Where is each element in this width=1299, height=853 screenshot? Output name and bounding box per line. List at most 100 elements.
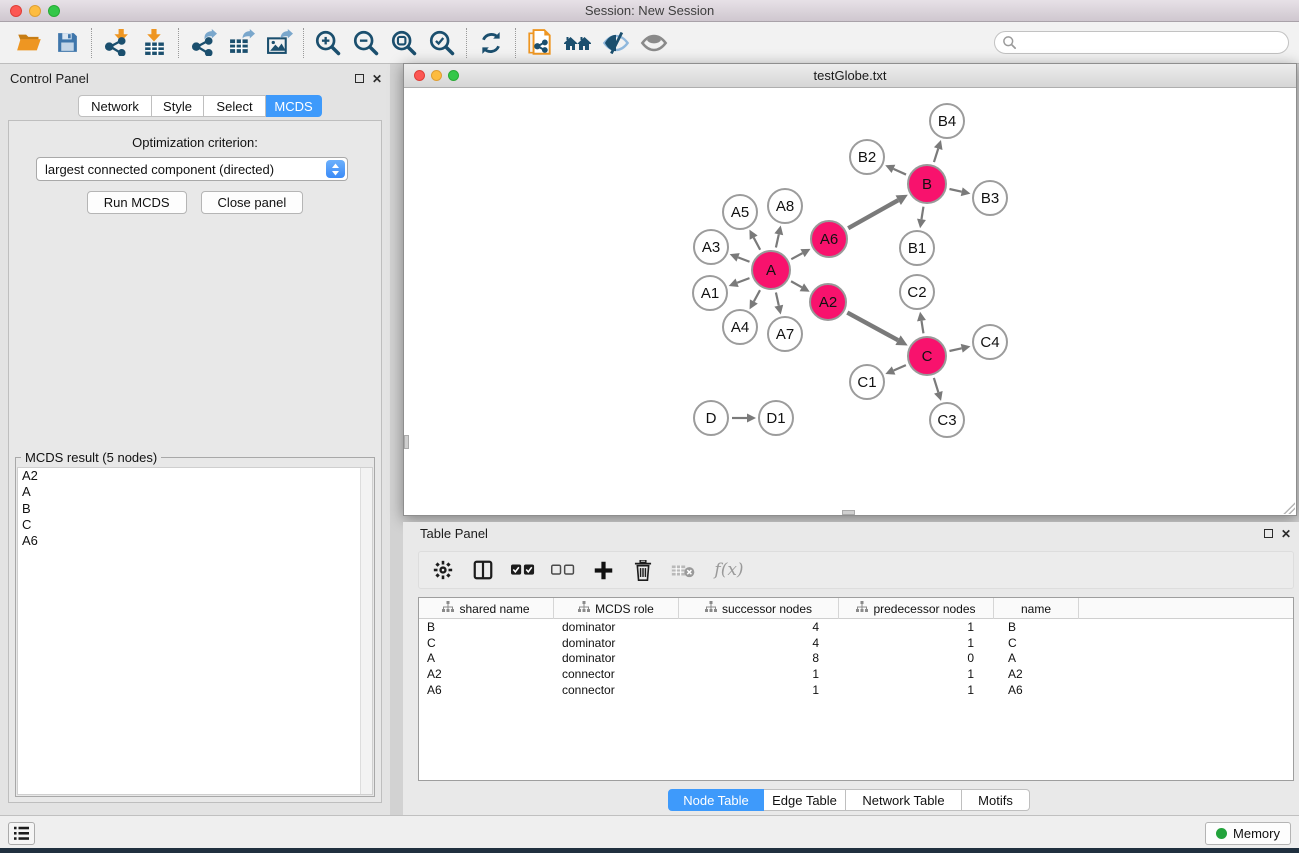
graph-node-A4[interactable]: A4	[722, 309, 758, 345]
function-builder-button[interactable]: f(x)	[703, 552, 755, 588]
graph-node-D1[interactable]: D1	[758, 400, 794, 436]
column-header-name[interactable]: name	[994, 598, 1079, 619]
graph-node-A7[interactable]: A7	[767, 316, 803, 352]
graph-node-C3[interactable]: C3	[929, 402, 965, 438]
delete-column-button[interactable]	[623, 552, 663, 588]
show-all-networks-button[interactable]	[559, 25, 597, 61]
import-network-button[interactable]	[97, 25, 135, 61]
node-table[interactable]: shared nameMCDS rolesuccessor nodesprede…	[418, 597, 1294, 781]
graph-edge-A-A3[interactable]	[738, 257, 749, 261]
graph-edge-C-C3[interactable]	[934, 378, 938, 392]
graph-edge-B-B4[interactable]	[934, 149, 938, 162]
column-header-MCDS-role[interactable]: MCDS role	[554, 598, 679, 619]
unselect-all-columns-button[interactable]	[543, 552, 583, 588]
graph-edge-A-A1[interactable]	[737, 278, 749, 283]
column-header-successor-nodes[interactable]: successor nodes	[679, 598, 839, 619]
graph-edge-B-B2[interactable]	[893, 169, 906, 175]
new-network-from-selection-button[interactable]	[521, 25, 559, 61]
network-canvas[interactable]: B4 B2 B B3 B1 A5A8A6 A3 A A1 A2 A4A7 C2 C4 C C1 C3 D D1	[404, 88, 1296, 515]
zoom-out-button[interactable]	[347, 25, 385, 61]
result-item[interactable]: A6	[18, 533, 372, 549]
close-panel-button-inner[interactable]: Close panel	[201, 191, 304, 214]
table-close-button[interactable]: ✕	[1281, 527, 1291, 541]
graph-edge-A-A8[interactable]	[776, 234, 779, 247]
graph-node-A6[interactable]: A6	[810, 220, 848, 258]
table-row[interactable]: Cdominator41C	[419, 635, 1293, 651]
result-item[interactable]: B	[18, 501, 372, 517]
column-header-predecessor-nodes[interactable]: predecessor nodes	[839, 598, 994, 619]
table-float-button[interactable]	[1264, 527, 1273, 541]
graph-node-A3[interactable]: A3	[693, 229, 729, 265]
show-columns-button[interactable]	[463, 552, 503, 588]
graph-node-A1[interactable]: A1	[692, 275, 728, 311]
graph-node-A8[interactable]: A8	[767, 188, 803, 224]
graph-node-B[interactable]: B	[907, 164, 947, 204]
graph-node-D[interactable]: D	[693, 400, 729, 436]
table-row[interactable]: Adominator80A	[419, 650, 1293, 666]
refresh-button[interactable]	[472, 25, 510, 61]
graph-node-B4[interactable]: B4	[929, 103, 965, 139]
column-header-shared-name[interactable]: shared name	[419, 598, 554, 619]
graph-node-A5[interactable]: A5	[722, 194, 758, 230]
hide-graphics-details-button[interactable]	[597, 25, 635, 61]
result-item[interactable]: A2	[18, 468, 372, 484]
graph-edge-B-B1[interactable]	[921, 207, 923, 220]
graph-edge-A-A4[interactable]	[754, 290, 760, 301]
horizontal-scroll-hint[interactable]	[842, 510, 855, 515]
net-zoom-button[interactable]	[448, 70, 459, 81]
graph-node-B1[interactable]: B1	[899, 230, 935, 266]
minimize-window-button[interactable]	[29, 5, 41, 17]
graph-node-B2[interactable]: B2	[849, 139, 885, 175]
close-panel-button[interactable]: ✕	[372, 72, 382, 86]
graph-edge-C-C1[interactable]	[894, 365, 906, 370]
memory-button[interactable]: Memory	[1205, 822, 1291, 845]
tab-style[interactable]: Style	[152, 95, 204, 117]
tab-node-table[interactable]: Node Table	[668, 789, 764, 811]
tab-edge-table[interactable]: Edge Table	[764, 789, 846, 811]
save-session-button[interactable]	[48, 25, 86, 61]
tab-network-table[interactable]: Network Table	[846, 789, 962, 811]
run-mcds-button[interactable]: Run MCDS	[87, 191, 187, 214]
graph-edge-B-B3[interactable]	[949, 189, 961, 192]
table-settings-button[interactable]	[423, 552, 463, 588]
tab-mcds[interactable]: MCDS	[266, 95, 322, 117]
graph-node-C4[interactable]: C4	[972, 324, 1008, 360]
mcds-result-list[interactable]: A2ABCA6	[17, 467, 373, 795]
graph-node-A[interactable]: A	[751, 250, 791, 290]
graph-edge-A6-B[interactable]	[848, 200, 898, 228]
export-table-button[interactable]	[222, 25, 260, 61]
create-column-button[interactable]	[583, 552, 623, 588]
tab-network[interactable]: Network	[78, 95, 152, 117]
graph-edge-A2-C[interactable]	[847, 313, 898, 341]
result-item[interactable]: C	[18, 517, 372, 533]
net-minimize-button[interactable]	[431, 70, 442, 81]
select-all-columns-button[interactable]	[503, 552, 543, 588]
export-image-button[interactable]	[260, 25, 298, 61]
zoom-selected-button[interactable]	[423, 25, 461, 61]
graph-edge-C-C2[interactable]	[921, 321, 923, 334]
close-window-button[interactable]	[10, 5, 22, 17]
table-row[interactable]: A6connector11A6	[419, 682, 1293, 698]
search-input[interactable]	[994, 31, 1289, 54]
graph-edge-A-A2[interactable]	[791, 281, 802, 287]
net-close-button[interactable]	[414, 70, 425, 81]
graph-edge-C-C4[interactable]	[949, 348, 961, 351]
float-panel-button[interactable]	[355, 72, 364, 86]
graph-node-C[interactable]: C	[907, 336, 947, 376]
graph-node-C1[interactable]: C1	[849, 364, 885, 400]
export-network-button[interactable]	[184, 25, 222, 61]
graph-edge-A-A6[interactable]	[791, 253, 802, 259]
graph-node-B3[interactable]: B3	[972, 180, 1008, 216]
graph-node-A2[interactable]: A2	[809, 283, 847, 321]
graph-edge-A-A5[interactable]	[754, 238, 760, 250]
resize-handle[interactable]	[1283, 502, 1295, 514]
criterion-select[interactable]: largest connected component (directed)	[36, 157, 348, 181]
zoom-in-button[interactable]	[309, 25, 347, 61]
graph-edge-A-A7[interactable]	[776, 292, 779, 305]
birdseye-view-button[interactable]	[635, 25, 673, 61]
zoom-fit-button[interactable]	[385, 25, 423, 61]
vertical-scroll-hint[interactable]	[404, 435, 409, 449]
show-task-history-button[interactable]	[8, 822, 35, 845]
result-item[interactable]: A	[18, 484, 372, 500]
graph-node-C2[interactable]: C2	[899, 274, 935, 310]
